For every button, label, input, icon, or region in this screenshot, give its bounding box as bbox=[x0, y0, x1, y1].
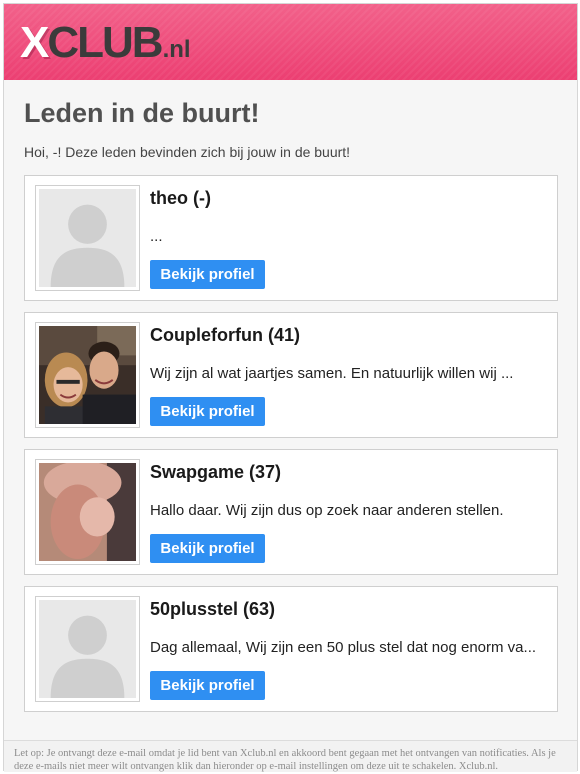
member-description: Hallo daar. Wij zijn dus op zoek naar an… bbox=[150, 502, 504, 519]
member-name: 50plusstel (63) bbox=[150, 599, 276, 619]
main-content: Leden in de buurt! Hoi, -! Deze leden be… bbox=[4, 80, 577, 740]
view-profile-button[interactable]: Bekijk profiel bbox=[150, 260, 265, 289]
member-photo-frame[interactable] bbox=[35, 596, 140, 702]
member-card: Coupleforfun (41) Wij zijn al wat jaartj… bbox=[24, 312, 558, 438]
logo-tld: .nl bbox=[162, 36, 191, 63]
member-description: ... bbox=[150, 228, 163, 245]
footer-disclaimer: Let op: Je ontvangt deze e-mail omdat je… bbox=[14, 748, 556, 772]
member-photo-frame[interactable] bbox=[35, 185, 140, 291]
email-frame: X CLUB .nl Leden in de buurt! Hoi, -! De… bbox=[3, 3, 578, 772]
header: X CLUB .nl bbox=[4, 4, 577, 80]
member-description: Wij zijn al wat jaartjes samen. En natuu… bbox=[150, 365, 514, 382]
view-profile-button[interactable]: Bekijk profiel bbox=[150, 534, 265, 563]
couple-photo bbox=[39, 326, 136, 424]
member-photo-frame[interactable] bbox=[35, 459, 140, 565]
logo-x: X bbox=[20, 18, 49, 67]
placeholder-avatar-icon bbox=[39, 189, 136, 287]
footer: Let op: Je ontvangt deze e-mail omdat je… bbox=[4, 740, 577, 772]
member-name: Coupleforfun (41) bbox=[150, 325, 300, 345]
intro-text: Hoi, -! Deze leden bevinden zich bij jou… bbox=[24, 144, 351, 160]
member-card: 50plusstel (63) Dag allemaal, Wij zijn e… bbox=[24, 586, 558, 712]
member-name: theo (-) bbox=[150, 188, 211, 208]
member-card: theo (-) ... Bekijk profiel bbox=[24, 175, 558, 301]
member-photo-frame[interactable] bbox=[35, 322, 140, 428]
xclub-logo[interactable]: X CLUB .nl bbox=[20, 21, 191, 65]
member-list: theo (-) ... Bekijk profiel Coupleforfun… bbox=[24, 175, 558, 723]
logo-club: CLUB bbox=[47, 18, 163, 67]
member-photo bbox=[39, 463, 136, 561]
page-title: Leden in de buurt! bbox=[24, 98, 260, 128]
member-name: Swapgame (37) bbox=[150, 462, 282, 482]
view-profile-button[interactable]: Bekijk profiel bbox=[150, 671, 265, 700]
placeholder-avatar-icon bbox=[39, 600, 136, 698]
view-profile-button[interactable]: Bekijk profiel bbox=[150, 397, 265, 426]
member-card: Swapgame (37) Hallo daar. Wij zijn dus o… bbox=[24, 449, 558, 575]
member-description: Dag allemaal, Wij zijn een 50 plus stel … bbox=[150, 639, 537, 656]
